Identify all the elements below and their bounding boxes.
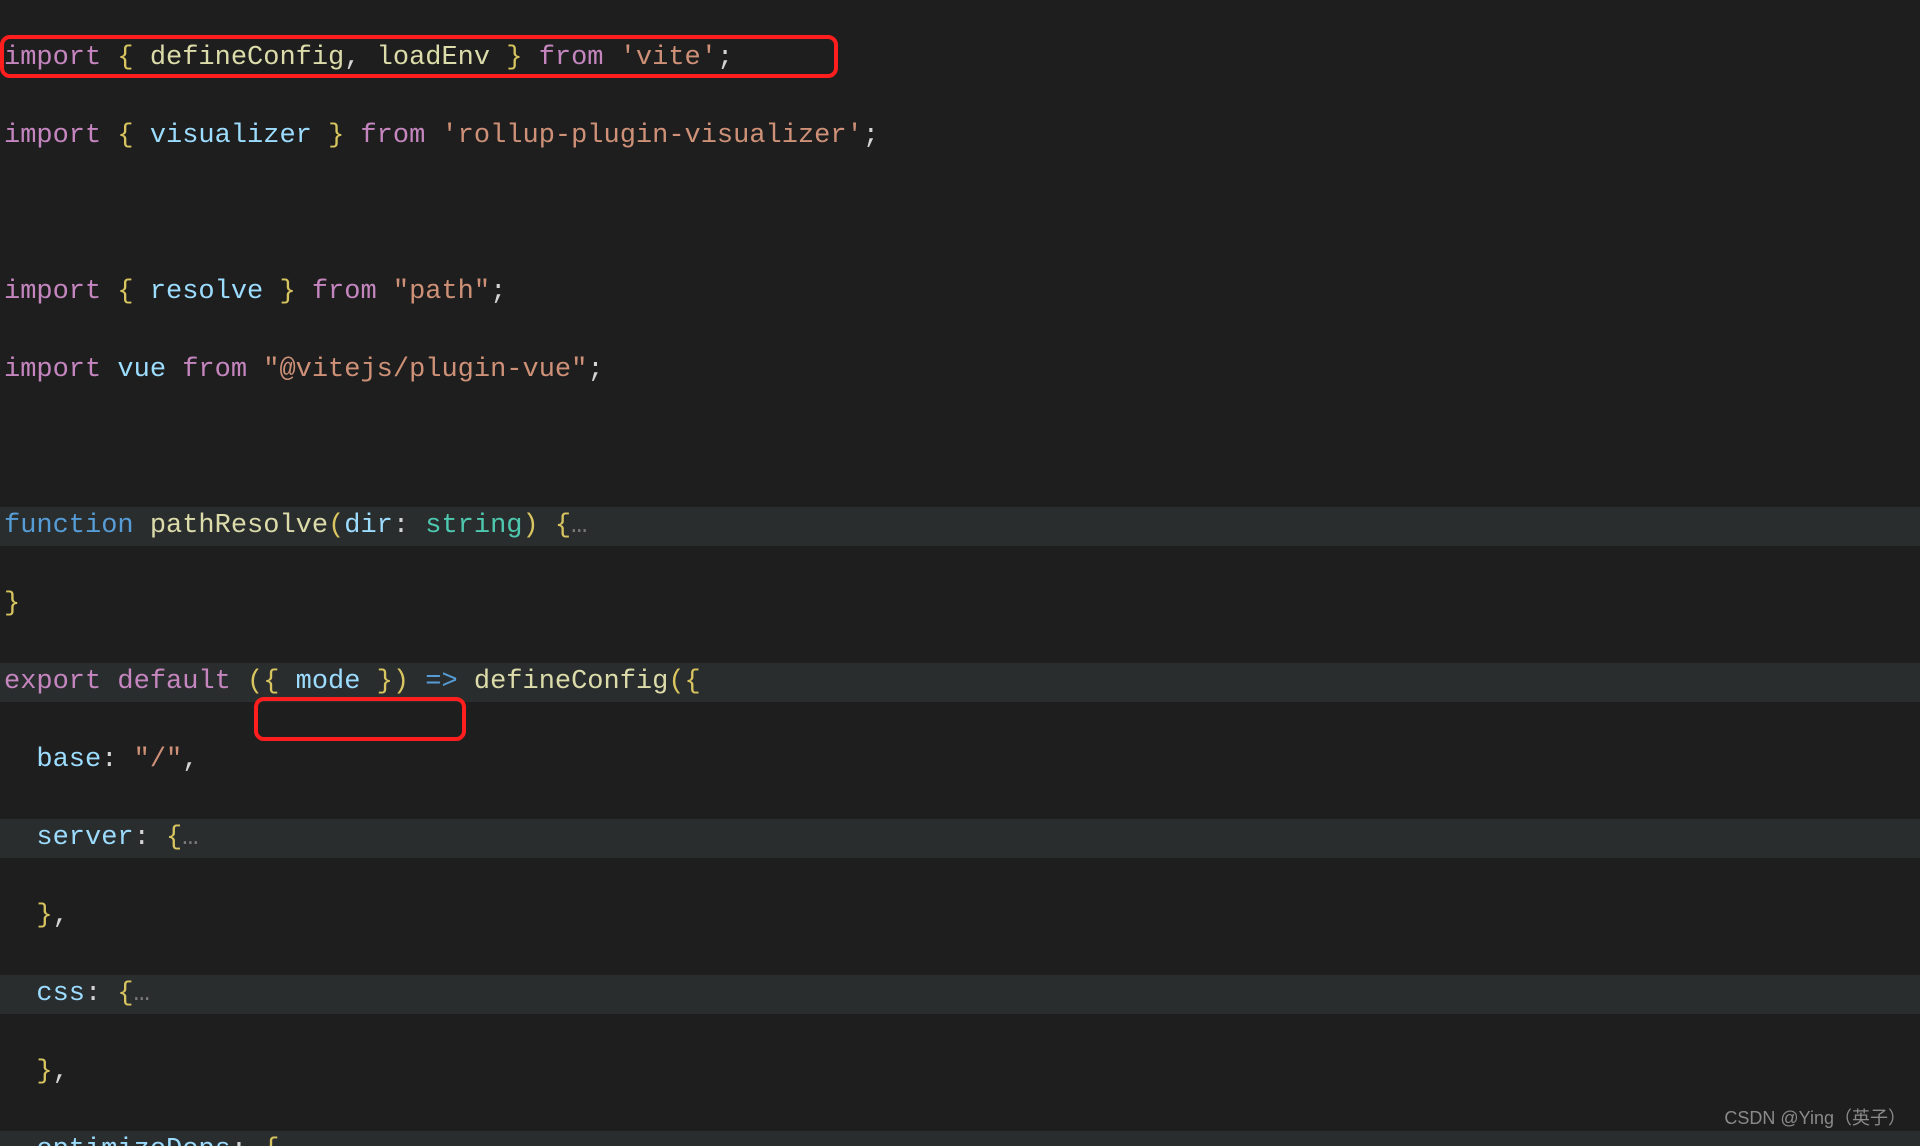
code-line: export default ({ mode }) => defineConfi… xyxy=(0,663,1920,702)
code-line: import vue from "@vitejs/plugin-vue"; xyxy=(0,351,1920,390)
code-line: optimizeDeps: {… xyxy=(0,1131,1920,1146)
watermark: CSDN @Ying（英子） xyxy=(1724,1099,1906,1138)
code-line: }, xyxy=(0,897,1920,936)
fold-icon[interactable]: … xyxy=(134,979,150,1009)
code-line: base: "/", xyxy=(0,741,1920,780)
code-line: }, xyxy=(0,1053,1920,1092)
code-editor[interactable]: import { defineConfig, loadEnv } from 'v… xyxy=(0,0,1920,1146)
code-line: } xyxy=(0,585,1920,624)
fold-icon[interactable]: … xyxy=(571,511,587,541)
code-line: function pathResolve(dir: string) {… xyxy=(0,507,1920,546)
code-line: import { visualizer } from 'rollup-plugi… xyxy=(0,117,1920,156)
fold-icon[interactable]: … xyxy=(182,823,198,853)
code-line: css: {… xyxy=(0,975,1920,1014)
code-line xyxy=(0,429,1920,468)
code-line: import { defineConfig, loadEnv } from 'v… xyxy=(0,39,1920,78)
code-line: import { resolve } from "path"; xyxy=(0,273,1920,312)
code-line: server: {… xyxy=(0,819,1920,858)
code-line xyxy=(0,195,1920,234)
fold-icon[interactable]: … xyxy=(279,1135,295,1146)
